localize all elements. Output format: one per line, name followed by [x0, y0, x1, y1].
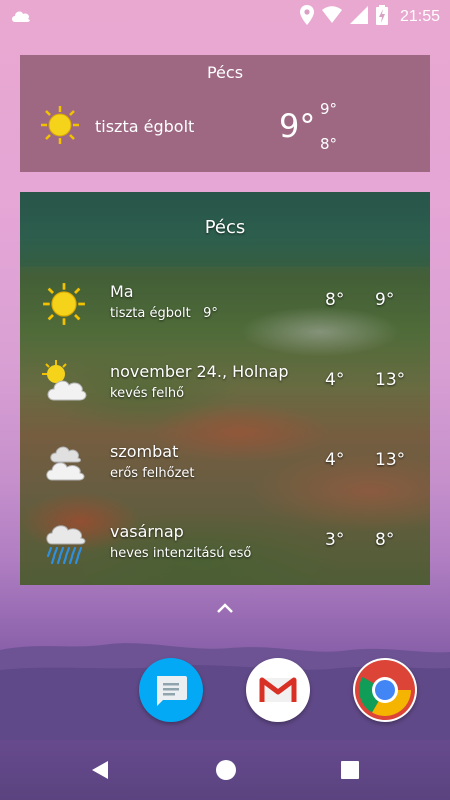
- sun-cloud-icon: [42, 360, 88, 408]
- current-temperature: 9°: [279, 107, 316, 145]
- high-temperature: 9°: [320, 100, 338, 118]
- cloud-icon: [10, 8, 32, 28]
- messages-app-icon[interactable]: [139, 658, 203, 722]
- widget-city: Pécs: [204, 217, 246, 238]
- battery-charging-icon: [375, 5, 388, 29]
- forecast-row: vasárnap heves intenzitású eső 3° 8°: [20, 522, 430, 582]
- forecast-widget[interactable]: Pécs Ma tiszta égbolt 9° 8° 9° november …: [20, 192, 430, 585]
- forecast-row: szombat erős felhőzet 4° 13°: [20, 442, 430, 502]
- rain-icon: [42, 520, 88, 570]
- forecast-max: 8°: [375, 530, 395, 550]
- chevron-up-icon[interactable]: [215, 600, 235, 619]
- sun-icon: [42, 282, 86, 330]
- forecast-min: 4°: [325, 370, 345, 390]
- forecast-day: vasárnap: [110, 522, 184, 541]
- low-temperature: 8°: [320, 135, 338, 153]
- forecast-condition: heves intenzitású eső: [110, 546, 252, 561]
- wifi-icon: [321, 6, 342, 28]
- signal-icon: [349, 6, 368, 28]
- status-time: 21:55: [399, 8, 440, 25]
- status-bar: 21:55: [0, 0, 450, 30]
- location-icon: [299, 5, 314, 29]
- widget-city: Pécs: [206, 63, 244, 82]
- recents-icon[interactable]: [341, 761, 359, 783]
- forecast-row: november 24., Holnap kevés felhő 4° 13°: [20, 360, 430, 422]
- forecast-condition: erős felhőzet: [110, 466, 195, 481]
- forecast-condition: tiszta égbolt 9°: [110, 306, 218, 321]
- forecast-min: 4°: [325, 450, 345, 470]
- current-weather-widget[interactable]: Pécs tiszta égbolt 9° 9° 8°: [20, 55, 430, 172]
- forecast-max: 13°: [375, 370, 406, 390]
- forecast-day: szombat: [110, 442, 179, 461]
- forecast-min: 3°: [325, 530, 345, 550]
- forecast-day: Ma: [110, 282, 134, 301]
- forecast-max: 13°: [375, 450, 406, 470]
- forecast-condition: kevés felhő: [110, 386, 185, 401]
- forecast-max: 9°: [375, 290, 395, 310]
- navigation-bar: [0, 740, 450, 800]
- back-icon[interactable]: [90, 759, 110, 785]
- forecast-row: Ma tiszta égbolt 9° 8° 9°: [20, 282, 430, 342]
- home-icon[interactable]: [215, 759, 237, 785]
- chrome-app-icon[interactable]: [353, 658, 417, 722]
- forecast-day: november 24., Holnap: [110, 362, 289, 381]
- clouds-icon: [42, 440, 88, 488]
- forecast-current-temp: 9°: [203, 306, 218, 321]
- forecast-min: 8°: [325, 290, 345, 310]
- gmail-app-icon[interactable]: [246, 658, 310, 722]
- status-icons: 21:55: [299, 5, 440, 29]
- weather-description: tiszta égbolt: [95, 117, 195, 136]
- sun-icon: [40, 105, 80, 149]
